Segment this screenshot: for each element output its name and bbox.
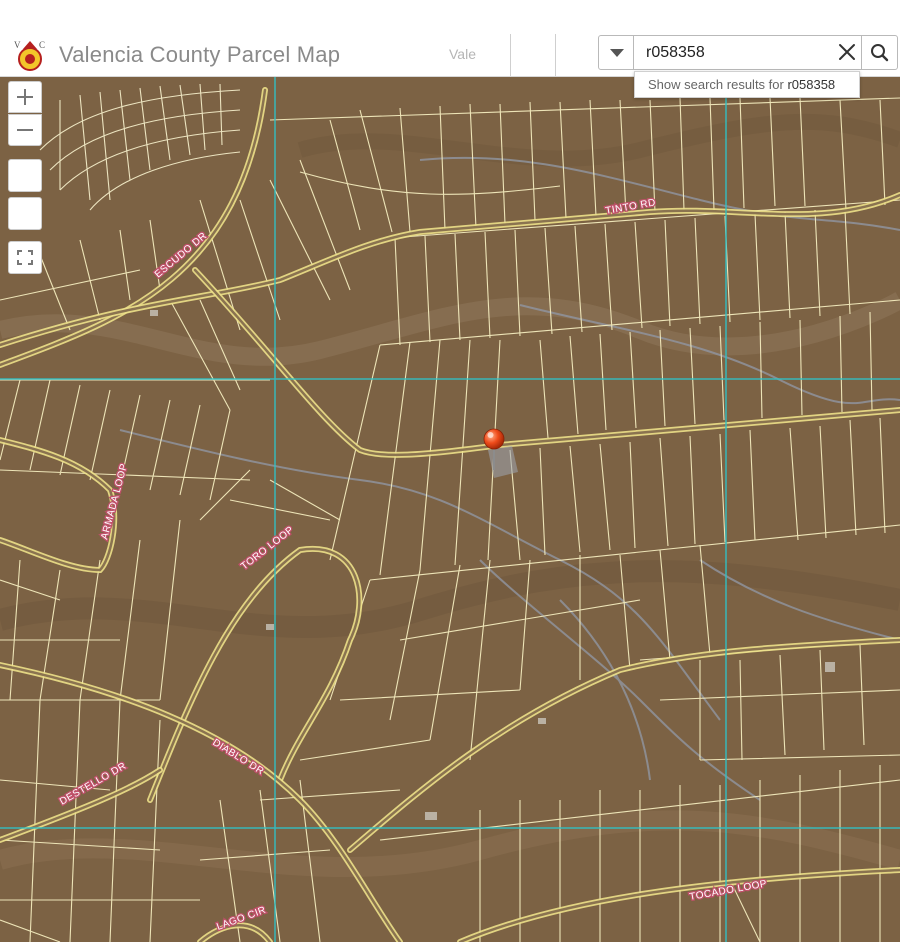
suggestion-term: r058358	[787, 77, 836, 92]
map-control-button[interactable]	[8, 197, 42, 230]
fullscreen-icon	[17, 250, 33, 265]
search-suggestion[interactable]: Show search results for r058358	[634, 71, 860, 98]
terrain-background	[0, 76, 900, 942]
search-input[interactable]	[634, 35, 862, 70]
header-divider	[510, 34, 511, 76]
app-title: Valencia County Parcel Map	[59, 42, 341, 67]
search-source-dropdown[interactable]	[598, 35, 634, 70]
fullscreen-button[interactable]	[8, 241, 42, 274]
svg-text:V: V	[14, 40, 21, 50]
suggestion-prefix: Show search results for	[648, 77, 788, 92]
search-icon	[871, 44, 889, 62]
plus-icon	[17, 89, 33, 105]
zoom-out-button[interactable]	[8, 114, 42, 146]
map-control-button[interactable]	[8, 159, 42, 192]
map-pin-icon[interactable]	[483, 428, 505, 450]
search-button[interactable]	[861, 35, 898, 70]
header-tab-label[interactable]: Vale	[449, 46, 476, 62]
zoom-in-button[interactable]	[8, 81, 42, 113]
caret-down-icon	[610, 49, 624, 57]
valencia-county-logo: V C	[14, 40, 45, 71]
minus-icon	[17, 129, 33, 131]
close-icon[interactable]	[834, 39, 860, 65]
svg-text:C: C	[39, 40, 45, 50]
header-divider	[555, 34, 556, 76]
parcel-map[interactable]: TINTO RD ESCUDO DR ARMADA LOOP TORO LOOP…	[0, 76, 900, 942]
